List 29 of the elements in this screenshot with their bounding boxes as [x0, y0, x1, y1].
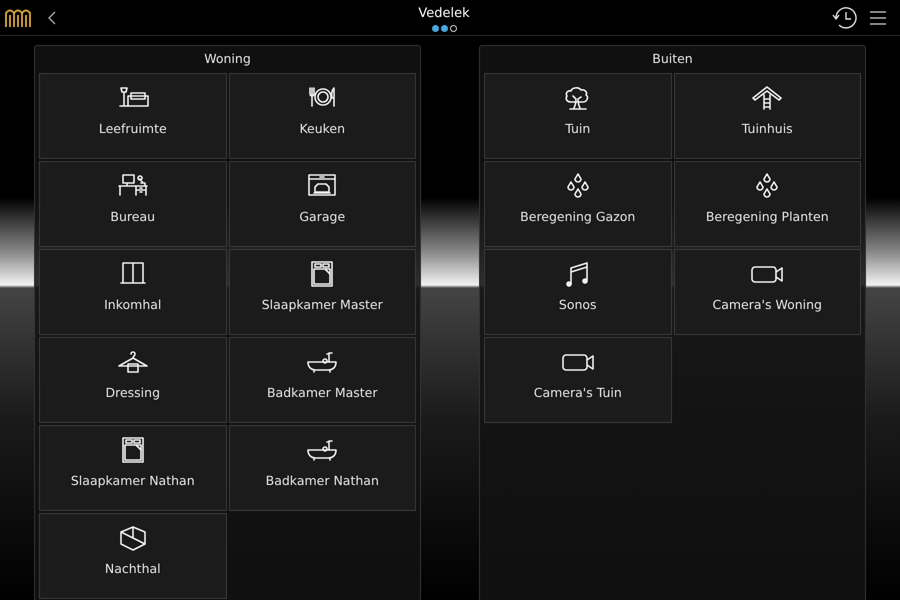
room-tile[interactable]: Bureau — [39, 160, 226, 247]
room-tile[interactable]: Inkomhal — [39, 248, 226, 335]
clock-history-icon — [832, 6, 858, 30]
room-tile[interactable]: Sonos — [484, 248, 672, 335]
room-tile[interactable]: Beregening Planten — [674, 160, 861, 247]
room-tile[interactable]: Camera's Tuin — [484, 336, 672, 423]
room-tile[interactable]: Tuinhuis — [674, 72, 861, 159]
room-tile[interactable]: Slaapkamer Nathan — [39, 424, 226, 511]
room-tile[interactable]: Badkamer Master — [228, 336, 416, 423]
house-ladder-icon — [750, 84, 784, 112]
history-button[interactable] — [832, 6, 858, 30]
room-tile[interactable]: Tuin — [484, 72, 672, 159]
room-tile[interactable]: Beregening Gazon — [484, 160, 672, 247]
room-tile[interactable]: Keuken — [228, 72, 416, 159]
room-tile[interactable]: Garage — [228, 160, 416, 247]
room-tile[interactable]: Badkamer Nathan — [228, 424, 416, 511]
chevron-left-icon — [48, 10, 56, 24]
panel-title: Buiten — [651, 50, 694, 68]
room-tile[interactable]: Camera's Woning — [674, 248, 861, 335]
menu-button[interactable] — [870, 10, 886, 26]
room-tile[interactable]: Slaapkamer Master — [228, 248, 416, 335]
panel-title: Woning — [203, 50, 252, 68]
room-tile[interactable]: Nachthal — [39, 512, 226, 599]
back-button[interactable] — [48, 10, 56, 24]
room-tile[interactable]: Dressing — [39, 336, 226, 423]
logo-icon — [4, 6, 32, 28]
page-title: Vedelek — [418, 6, 470, 22]
menu-icon — [870, 10, 886, 26]
room-tile[interactable]: Leefruimte — [39, 72, 226, 159]
